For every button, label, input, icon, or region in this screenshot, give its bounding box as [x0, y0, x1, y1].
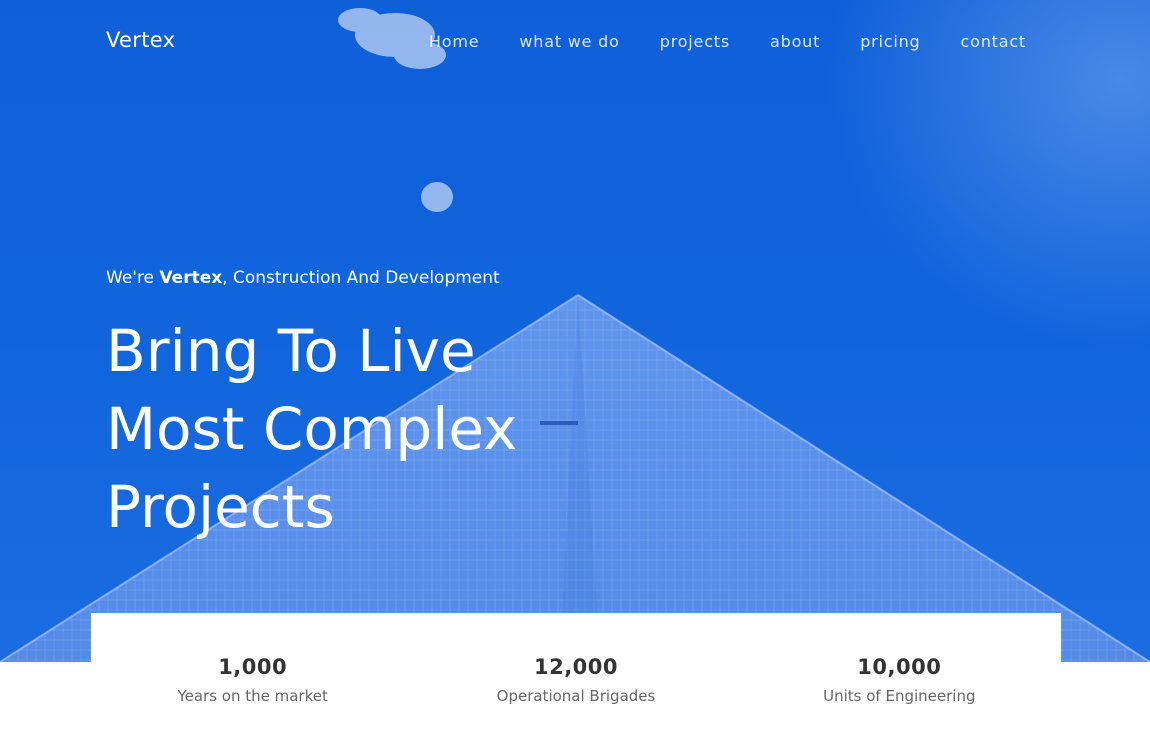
hero-section: Vertex Home what we do projects about pr…	[0, 0, 1150, 662]
nav-item-projects[interactable]: projects	[660, 32, 730, 51]
stat-value: 1,000	[218, 655, 288, 679]
nav-item-pricing[interactable]: pricing	[860, 32, 920, 51]
stat-label: Years on the market	[177, 687, 328, 705]
nav-item-home[interactable]: Home	[429, 32, 479, 51]
nav-item-what-we-do[interactable]: what we do	[519, 32, 619, 51]
nav-item-contact[interactable]: contact	[961, 32, 1026, 51]
headline-line: Projects	[106, 473, 335, 541]
stat-value: 10,000	[857, 655, 942, 679]
stat-label: Units of Engineering	[823, 687, 976, 705]
stat-item: 1,000 Years on the market	[91, 613, 414, 732]
stats-panel: 1,000 Years on the market 12,000 Operati…	[91, 613, 1061, 732]
headline-line: Bring To Live	[106, 317, 476, 385]
stat-value: 12,000	[533, 655, 619, 679]
stat-item: 10,000 Units of Engineering	[738, 613, 1061, 732]
headline-line: Most Complex	[106, 395, 518, 463]
stat-label: Operational Brigades	[496, 687, 656, 705]
brand-logo[interactable]: Vertex	[106, 28, 175, 52]
stat-item: 12,000 Operational Brigades	[414, 613, 737, 732]
hero-tagline: We're Vertex, Construction And Developme…	[106, 268, 500, 288]
nav-item-about[interactable]: about	[770, 32, 820, 51]
tagline-prefix: We're	[106, 268, 160, 288]
tagline-suffix: , Construction And Development	[222, 268, 500, 288]
tagline-brand: Vertex	[159, 268, 223, 288]
hero-headline: Bring To Live Most Complex Projects	[106, 312, 626, 546]
main-nav: Home what we do projects about pricing c…	[389, 32, 1026, 51]
